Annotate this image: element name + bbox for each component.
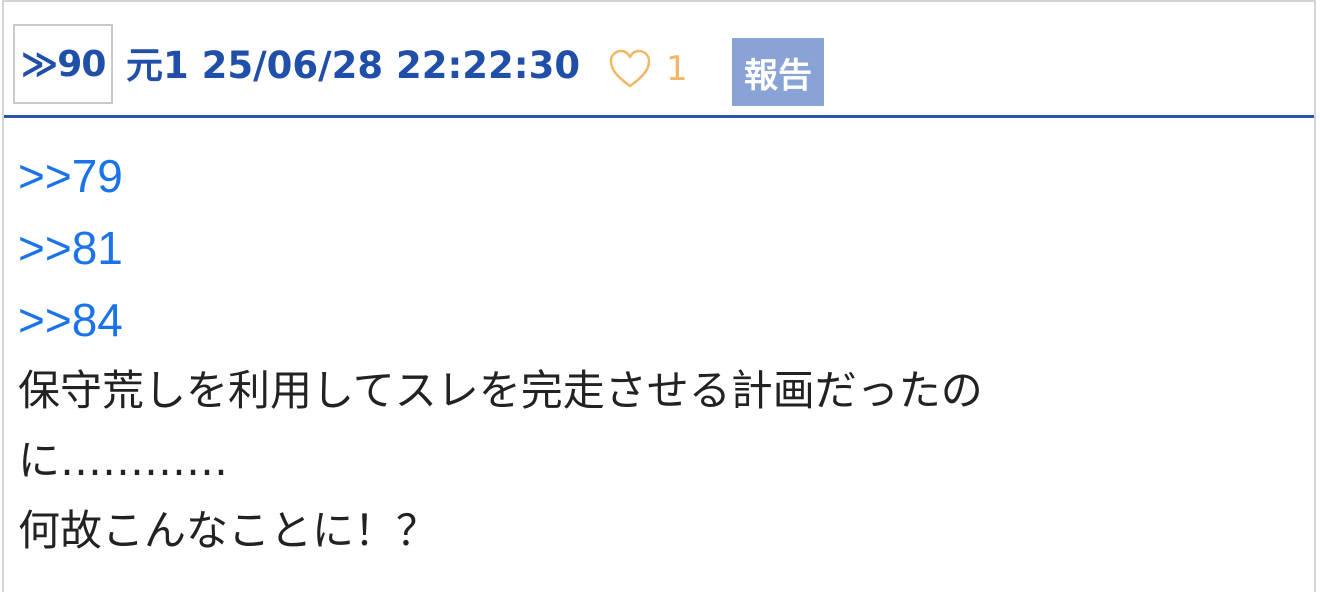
- post: ≫90 元1 25/06/28 22:22:30 1 報告 >>79 >>81 …: [2, 0, 1316, 592]
- post-text-line: 何故こんなことに！？: [18, 506, 439, 555]
- like-count: 1: [666, 49, 688, 89]
- post-meta: 元1 25/06/28 22:22:30: [126, 42, 580, 90]
- author-name: 元1: [126, 44, 189, 87]
- post-number-button[interactable]: ≫90: [13, 24, 113, 104]
- post-timestamp: 25/06/28 22:22:30: [201, 44, 581, 87]
- post-header: ≫90 元1 25/06/28 22:22:30 1 報告: [4, 2, 1314, 118]
- post-text-line: 保守荒しを利用してスレを完走させる計画だったの: [18, 366, 983, 415]
- post-body: >>79 >>81 >>84 保守荒しを利用してスレを完走させる計画だったの に…: [18, 140, 1304, 566]
- reply-anchor-link[interactable]: >>81: [18, 212, 123, 284]
- like-button[interactable]: 1: [608, 46, 688, 92]
- heart-outline-icon: [609, 49, 651, 88]
- reply-anchor-link[interactable]: >>84: [18, 284, 123, 356]
- reply-anchor-link[interactable]: >>79: [18, 140, 123, 212]
- report-button[interactable]: 報告: [732, 38, 824, 106]
- post-text-line: に…………: [18, 436, 229, 485]
